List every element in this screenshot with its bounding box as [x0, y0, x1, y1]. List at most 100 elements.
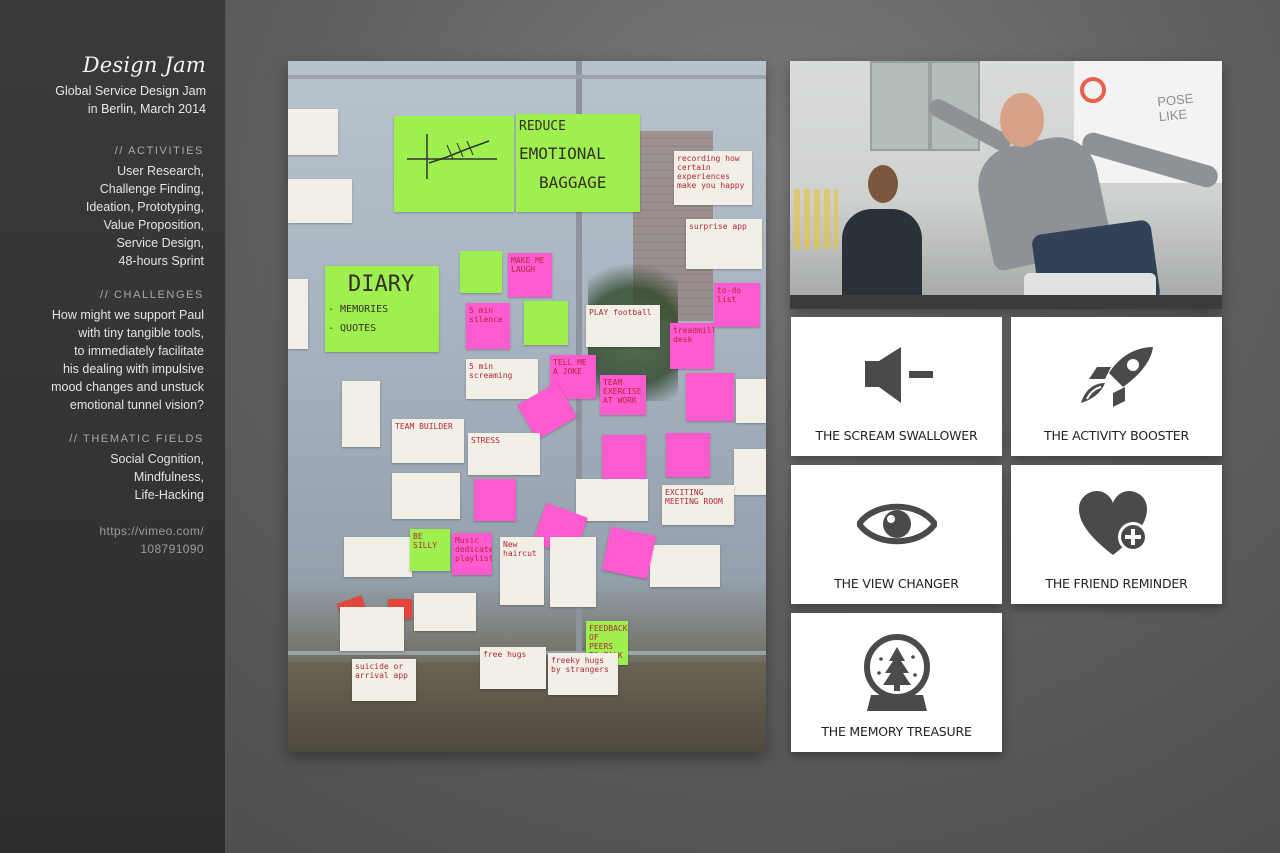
thematic-item: Life-Hacking [134, 488, 204, 502]
person [842, 209, 922, 309]
sticky-note-football: PLAY football [586, 305, 660, 347]
tool-tile-memory-treasure[interactable]: THE MEMORY TREASURE [791, 613, 1002, 752]
challenge-line: mood changes and unstuck [51, 380, 204, 394]
activity-item: 48-hours Sprint [118, 254, 204, 268]
sticky-note-scream: 5 min screaming [466, 359, 538, 399]
tool-tile-activity-booster[interactable]: THE ACTIVITY BOOSTER [1011, 317, 1222, 456]
sticky-note-meeting: EXCITING MEETING ROOM [662, 485, 734, 525]
heart-plus-icon [1078, 491, 1148, 555]
challenge-line: to immediately facilitate [74, 344, 204, 358]
table [790, 295, 1222, 309]
sticky-note-haircut: New haircut [500, 537, 544, 605]
sticky-note-suicide: suicide or arrival app [352, 659, 416, 701]
tool-tile-friend-reminder[interactable]: THE FRIEND REMINDER [1011, 465, 1222, 604]
sticky-note-treadmill: treadmill desk [670, 323, 714, 369]
vimeo-link-line[interactable]: https://vimeo.com/ [99, 522, 204, 540]
activities-list: User Research, Challenge Finding, Ideati… [4, 162, 204, 270]
activities-heading: // ACTIVITIES [114, 145, 204, 157]
challenge-line: How might we support Paul [51, 308, 204, 322]
thematic-item: Mindfulness, [133, 470, 204, 484]
subtitle-line: Global Service Design Jam [55, 84, 206, 98]
tool-label: THE FRIEND REMINDER [1045, 576, 1188, 591]
sidebar: Design Jam Global Service Design Jam in … [0, 0, 226, 853]
sticky-note [524, 301, 568, 345]
snow-globe-icon [863, 634, 930, 711]
thematic-list: Social Cognition, Mindfulness, Life-Hack… [4, 450, 204, 504]
team-presentation-photo[interactable]: POSE LIKE [790, 61, 1222, 309]
sticky-note [288, 179, 352, 223]
challenges-heading: // CHALLENGES [100, 289, 204, 301]
chart-sketch-icon [407, 134, 497, 179]
eye-icon [856, 503, 937, 545]
activity-item: Ideation, Prototyping, [85, 200, 204, 214]
tool-label: THE SCREAM SWALLOWER [815, 428, 978, 443]
tool-tile-scream-swallower[interactable]: THE SCREAM SWALLOWER [791, 317, 1002, 456]
vimeo-link-line[interactable]: 108791090 [99, 540, 204, 558]
project-subtitle: Global Service Design Jam in Berlin, Mar… [6, 82, 206, 118]
sticky-note [734, 449, 766, 495]
tool-label: THE MEMORY TREASURE [821, 724, 972, 739]
challenge-line: emotional tunnel vision? [69, 398, 204, 412]
glass-frame [288, 75, 766, 79]
project-title: Design Jam [82, 53, 206, 77]
sticky-note [736, 379, 766, 423]
sticky-wall-photo[interactable]: REDUCE EMOTIONAL BAGGAGE DIARY - MEMORIE… [288, 61, 766, 752]
sticky-note [288, 109, 338, 155]
sticky-note-free-hugs: free hugs [480, 647, 546, 689]
sticky-note-surprise: surprise app [686, 219, 762, 269]
sticky-note [474, 479, 516, 521]
tool-label: THE ACTIVITY BOOSTER [1044, 428, 1189, 443]
sticky-note-team-builder: TEAM BUILDER [392, 419, 464, 463]
note-line: EMOTIONAL [519, 144, 606, 163]
sticky-note [414, 593, 476, 631]
sticky-note-silly: BE SILLY [410, 529, 450, 571]
rocket-icon [1080, 347, 1153, 407]
sticky-note-laugh: MAKE ME LAUGH [508, 253, 552, 297]
window [870, 61, 930, 151]
tool-tile-view-changer[interactable]: THE VIEW CHANGER [791, 465, 1002, 604]
sticky-note [342, 381, 380, 447]
challenge-line: his dealing with impulsive [62, 362, 204, 376]
person-head [1000, 93, 1044, 147]
sticky-note-silence: 5 min silence [466, 303, 510, 349]
activity-item: Value Proposition, [103, 218, 204, 232]
challenge-line: with tiny tangible tools, [78, 326, 204, 340]
sticky-note [392, 473, 460, 519]
sticky-note-recording: recording how certain experiences make y… [674, 151, 752, 205]
sticky-notes-background [794, 189, 838, 249]
sticky-note-music: Music dedicated playlist [452, 533, 492, 575]
sticky-note [344, 537, 412, 577]
thematic-heading: // THEMATIC FIELDS [69, 433, 204, 445]
sticky-note-reduce: REDUCE EMOTIONAL BAGGAGE [516, 114, 640, 212]
sticky-note [460, 251, 502, 293]
note-line: - MEMORIES [328, 304, 389, 315]
note-line: BAGGAGE [539, 173, 607, 192]
activity-item: Service Design, [116, 236, 204, 250]
speaker-mute-icon [864, 347, 933, 403]
sticky-note-todo: to-do list [714, 283, 760, 327]
sticky-note [601, 526, 657, 580]
subtitle-line: in Berlin, March 2014 [87, 102, 206, 116]
sticky-note [602, 435, 646, 479]
person-head [868, 165, 898, 203]
sticky-note-freeky-hugs: freeky hugs by strangers [548, 653, 618, 695]
sticky-note [550, 537, 596, 607]
sticky-note-chart [394, 116, 514, 212]
logo-icon [1080, 77, 1106, 103]
sticky-note [288, 279, 308, 349]
sticky-note-diary: DIARY - MEMORIES - QUOTES [325, 266, 439, 352]
challenges-text: How might we support Paul with tiny tang… [4, 306, 204, 414]
sticky-note [576, 479, 648, 521]
sticky-note-stress: STRESS [468, 433, 540, 475]
tool-label: THE VIEW CHANGER [834, 576, 959, 591]
sticky-note [650, 545, 720, 587]
sticky-note [340, 607, 404, 651]
activity-item: User Research, [117, 164, 204, 178]
activity-item: Challenge Finding, [99, 182, 204, 196]
thematic-item: Social Cognition, [110, 452, 204, 466]
sticky-note [666, 433, 710, 477]
sticky-note [686, 373, 734, 421]
note-line: - QUOTES [328, 323, 377, 334]
vimeo-link[interactable]: https://vimeo.com/ 108791090 [99, 522, 204, 558]
note-line: DIARY [348, 272, 415, 297]
